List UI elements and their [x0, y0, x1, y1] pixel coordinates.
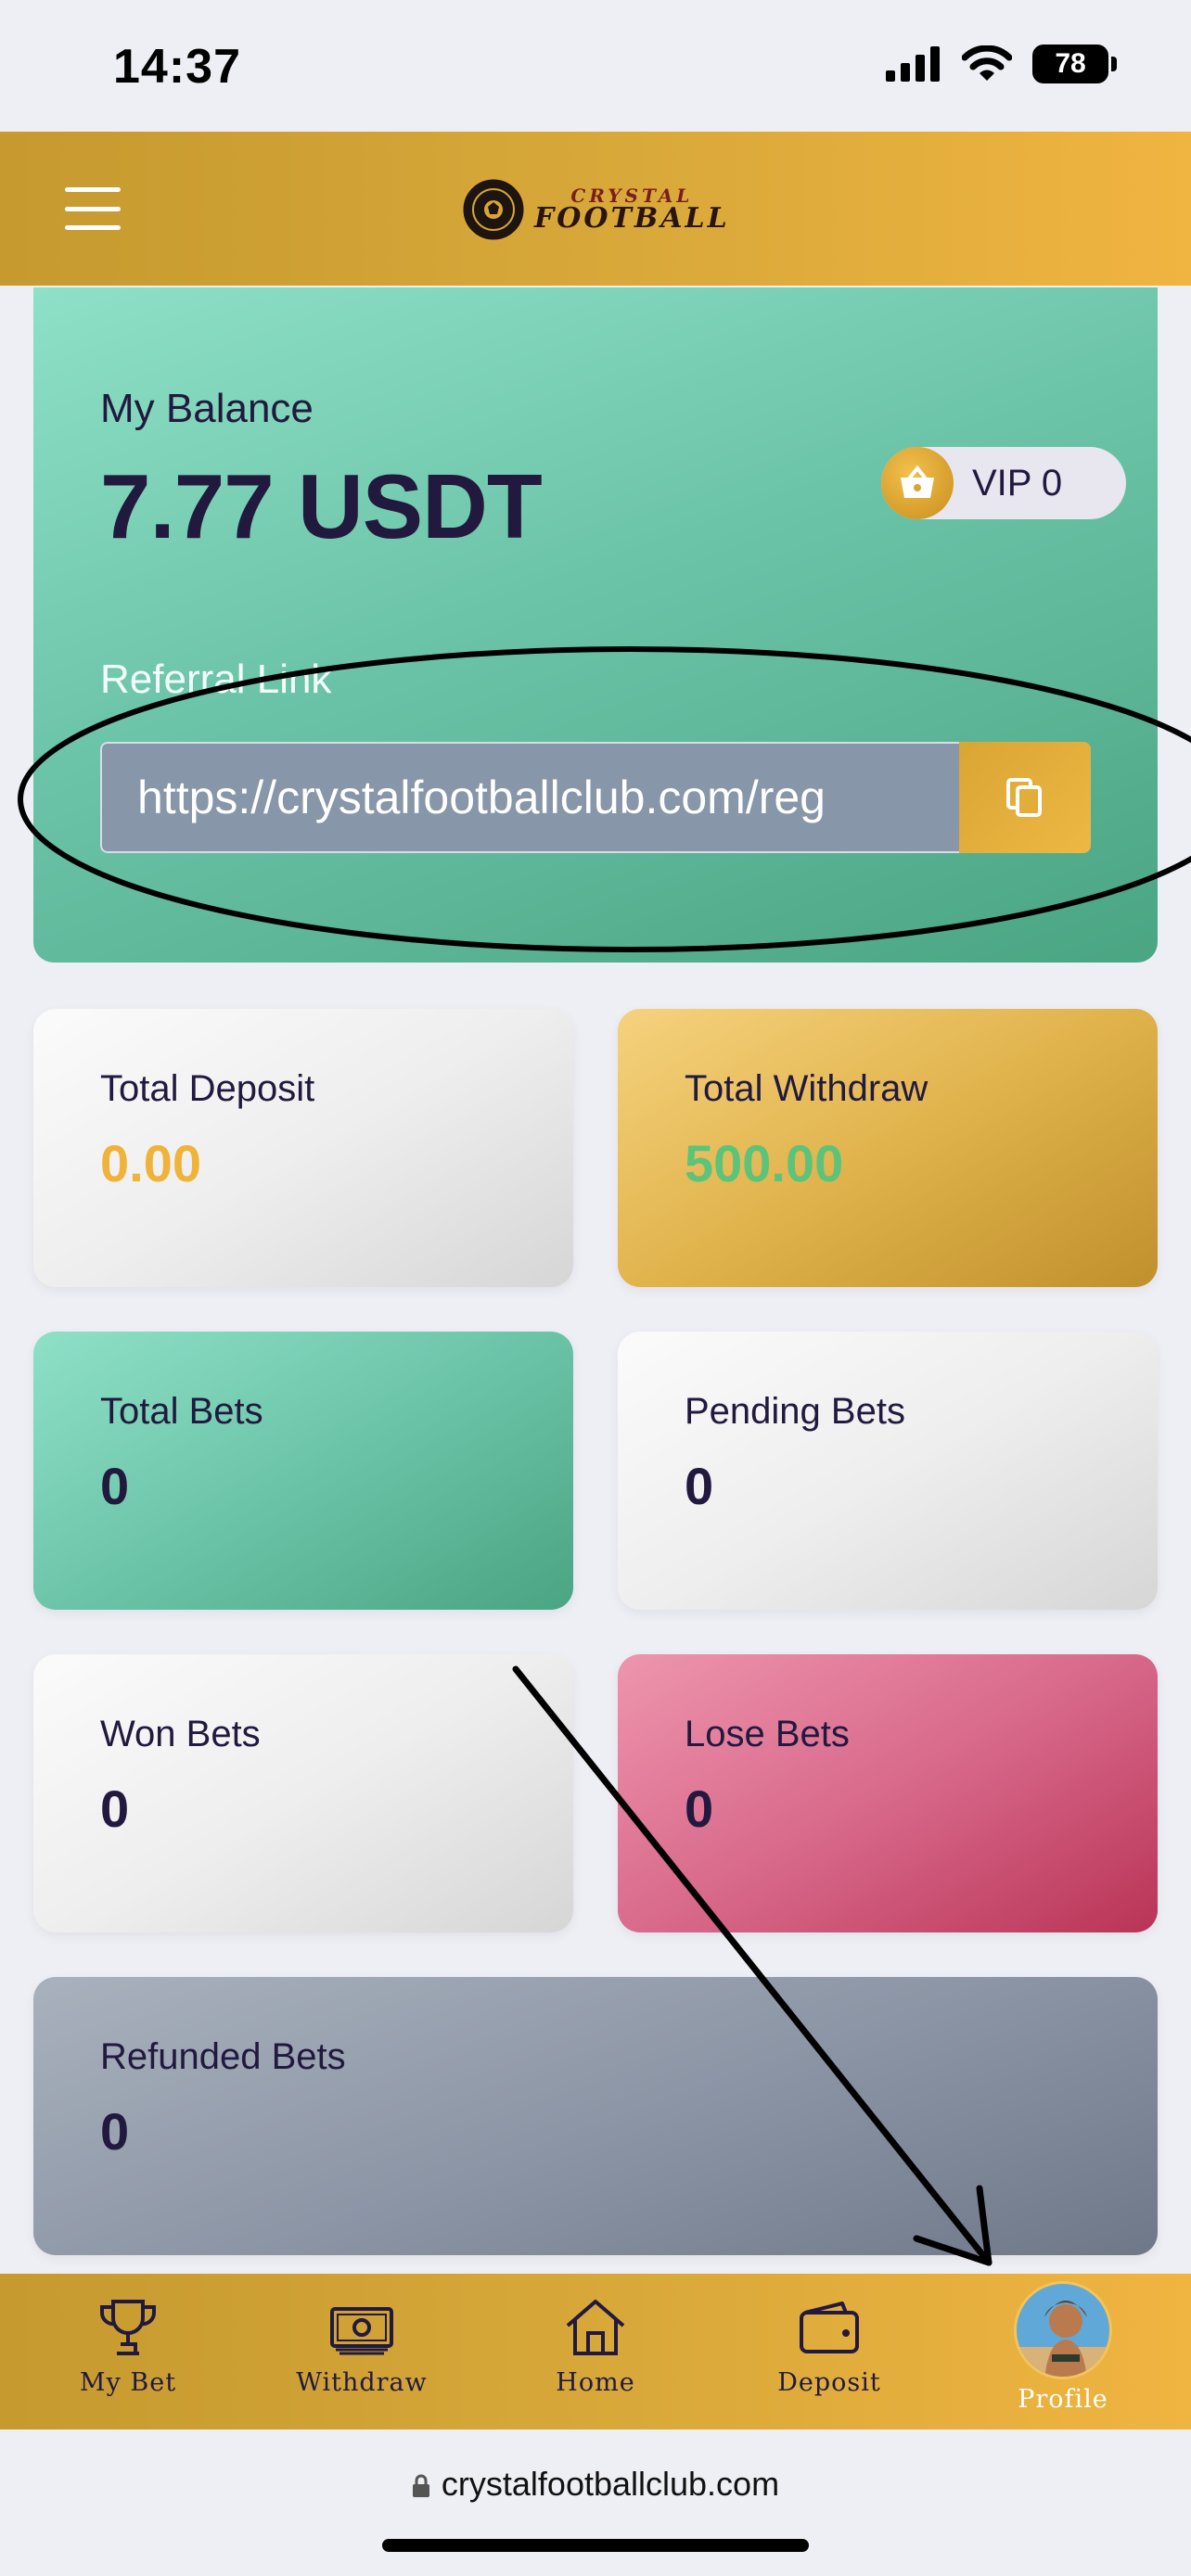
- copy-button[interactable]: [959, 742, 1091, 853]
- nav-my-bet[interactable]: My Bet: [45, 2296, 211, 2397]
- vip-badge[interactable]: VIP 0: [881, 447, 1126, 519]
- pending-bets-card: Pending Bets 0: [618, 1332, 1158, 1610]
- signal-icon: [886, 46, 940, 82]
- home-indicator: [382, 2539, 809, 2552]
- logo-line2: FOOTBALL: [534, 202, 730, 235]
- total-withdraw-value: 500.00: [685, 1134, 844, 1192]
- total-deposit-value: 0.00: [100, 1134, 201, 1192]
- lose-bets-label: Lose Bets: [685, 1714, 850, 1754]
- refunded-bets-label: Refunded Bets: [100, 2036, 346, 2077]
- nav-label: My Bet: [79, 2368, 177, 2397]
- url-display[interactable]: crystalfootballclub.com: [0, 2465, 1191, 2504]
- nav-deposit[interactable]: Deposit: [746, 2296, 913, 2397]
- status-bar: 14:37 78: [0, 0, 1191, 132]
- lock-icon: [412, 2475, 429, 2498]
- browser-url-bar[interactable]: crystalfootballclub.com: [0, 2429, 1191, 2576]
- avatar: [1014, 2281, 1112, 2379]
- won-bets-value: 0: [100, 1779, 130, 1838]
- logo[interactable]: CRYSTAL FOOTBALL: [460, 176, 730, 243]
- total-withdraw-card: Total Withdraw 500.00: [618, 1009, 1158, 1287]
- home-icon: [566, 2300, 625, 2355]
- balance-card: My Balance 7.77 USDT VIP 0 Referral Link: [33, 287, 1158, 963]
- lose-bets-value: 0: [685, 1779, 714, 1838]
- app-header: CRYSTAL FOOTBALL: [0, 132, 1191, 286]
- status-icons: 78: [886, 45, 1117, 83]
- balance-amount: 7.77 USDT: [100, 455, 543, 557]
- wifi-icon: [962, 45, 1012, 81]
- total-bets-value: 0: [100, 1457, 130, 1515]
- nav-label: Profile: [1018, 2385, 1108, 2414]
- football-emblem-icon: [460, 176, 527, 243]
- total-deposit-label: Total Deposit: [100, 1068, 315, 1109]
- total-withdraw-label: Total Withdraw: [685, 1068, 928, 1109]
- referral-link-label: Referral Link: [100, 657, 332, 702]
- refunded-bets-card: Refunded Bets 0: [33, 1977, 1158, 2255]
- hamburger-menu-icon[interactable]: [56, 184, 130, 234]
- nav-profile[interactable]: Profile: [980, 2281, 1146, 2414]
- battery-icon: 78: [1032, 45, 1117, 83]
- nav-withdraw[interactable]: Withdraw: [278, 2296, 445, 2397]
- basket-icon: [881, 447, 954, 519]
- battery-level: 78: [1032, 45, 1108, 83]
- referral-link-row: [100, 742, 1091, 853]
- total-bets-card: Total Bets 0: [33, 1332, 573, 1610]
- bottom-nav: My Bet Withdraw Home Deposit Profile: [0, 2274, 1191, 2429]
- refunded-bets-value: 0: [100, 2102, 130, 2161]
- copy-icon: [1006, 778, 1042, 817]
- nav-label: Deposit: [777, 2368, 881, 2397]
- pending-bets-value: 0: [685, 1457, 714, 1515]
- cash-icon: [330, 2307, 393, 2355]
- nav-label: Withdraw: [296, 2368, 428, 2397]
- status-time: 14:37: [113, 40, 241, 94]
- vip-label: VIP 0: [972, 462, 1063, 504]
- wallet-icon: [800, 2302, 859, 2353]
- total-deposit-card: Total Deposit 0.00: [33, 1009, 573, 1287]
- nav-label: Home: [556, 2368, 635, 2397]
- url-text: crystalfootballclub.com: [441, 2465, 780, 2503]
- won-bets-card: Won Bets 0: [33, 1654, 573, 1932]
- nav-home[interactable]: Home: [512, 2296, 679, 2397]
- referral-link-input[interactable]: [100, 742, 959, 853]
- pending-bets-label: Pending Bets: [685, 1391, 905, 1432]
- lose-bets-card: Lose Bets 0: [618, 1654, 1158, 1932]
- trophy-icon: [99, 2300, 157, 2355]
- balance-label: My Balance: [100, 386, 314, 431]
- won-bets-label: Won Bets: [100, 1714, 261, 1754]
- total-bets-label: Total Bets: [100, 1391, 263, 1432]
